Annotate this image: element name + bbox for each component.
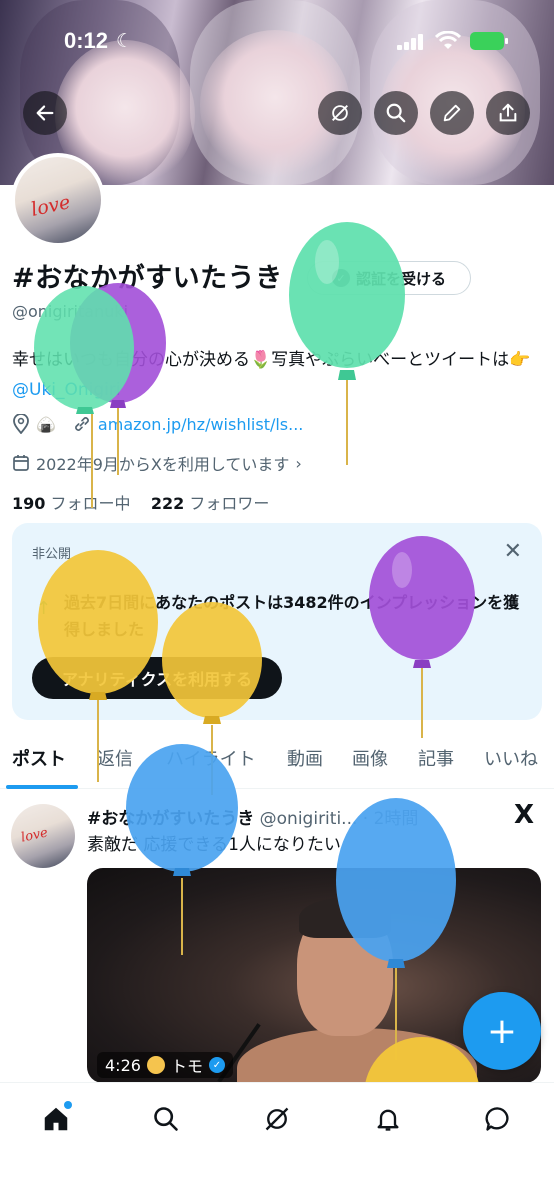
pencil-icon — [443, 104, 461, 122]
bottom-navigation — [0, 1082, 554, 1199]
status-time: 0:12 — [64, 28, 109, 53]
profile-name: #おなかがすいたうき — [12, 263, 283, 294]
tab-posts[interactable]: ポスト — [12, 745, 66, 771]
follow-stats: 190 フォロー中 222 フォロワー — [12, 490, 269, 514]
followers-label: フォロワー — [189, 494, 270, 513]
post-handle[interactable]: @onigiriti... — [260, 809, 358, 829]
verify-label: 認証を受ける — [355, 269, 446, 288]
nav-home[interactable] — [36, 1099, 76, 1139]
profile-avatar[interactable]: love — [11, 153, 105, 247]
tab-videos[interactable]: 動画 — [287, 745, 323, 771]
message-icon — [485, 1107, 509, 1131]
tab-images[interactable]: 画像 — [352, 745, 388, 771]
status-bar: 0:12 ☾ — [0, 28, 554, 58]
joined-text: 2022年9月からXを利用しています — [36, 455, 290, 474]
post-text: 素敵だ 応援できる1人になりたい — [87, 835, 341, 855]
moon-icon: ☾ — [116, 30, 134, 52]
wifi-icon — [435, 31, 461, 49]
analytics-card: 非公開 ✕ ↑ 過去7日間にあなたのポストは3482件のインプレッションを獲得し… — [12, 523, 542, 720]
impressions-message: 過去7日間にあなたのポストは3482件のインプレッションを獲得しました — [64, 593, 520, 639]
channel-avatar-icon — [146, 1056, 165, 1074]
video-person-body — [237, 1028, 477, 1083]
calendar-icon — [13, 455, 29, 471]
private-label: 非公開 — [32, 547, 72, 562]
active-tab-indicator — [6, 785, 78, 789]
avatar-love-text: love — [29, 191, 73, 221]
arrow-up-icon: ↑ — [36, 598, 52, 619]
post-author[interactable]: #おなかがすいたうき — [87, 809, 254, 829]
verified-badge-icon: ✓ — [208, 1057, 225, 1073]
video-person-hair — [299, 898, 391, 938]
plus-icon: + — [486, 1010, 518, 1052]
post-avatar-love-text: love — [19, 825, 50, 846]
website-link[interactable]: amazon.jp/hz/wishlist/ls... — [98, 415, 303, 434]
x-logo-icon: X — [514, 800, 535, 830]
signal-icon — [397, 34, 423, 50]
nav-search[interactable] — [146, 1099, 186, 1139]
profile-bio: 幸せはいつも自分の心が決める🌷写真やぷらいべーとツイートは👉 @Uki_Onigi… — [12, 345, 542, 405]
nav-grok[interactable] — [257, 1099, 297, 1139]
video-duration-badge: 4:26 トモ ✓ — [97, 1052, 233, 1078]
profile-tabs: ポスト 返信 ハイライト 動画 画像 記事 いいね — [0, 737, 554, 789]
compose-button[interactable]: + — [463, 992, 541, 1070]
link-icon — [75, 417, 89, 431]
following-count: 190 — [12, 494, 46, 513]
followers-link[interactable]: 222 フォロワー — [151, 494, 270, 513]
chevron-right-icon: › — [295, 453, 302, 473]
grok-button[interactable] — [318, 91, 362, 135]
search-button[interactable] — [374, 91, 418, 135]
grok-icon — [332, 105, 348, 121]
share-button[interactable] — [486, 91, 530, 135]
tab-replies[interactable]: 返信 — [97, 745, 133, 771]
profile-handle: @onigiritanuki — [12, 302, 129, 321]
grok-icon — [265, 1107, 289, 1131]
location-pin-icon — [13, 414, 29, 434]
back-button[interactable] — [23, 91, 67, 135]
tab-highlights[interactable]: ハイライト — [166, 745, 256, 771]
share-icon — [499, 103, 517, 122]
followers-count: 222 — [150, 494, 185, 513]
video-channel: トモ — [170, 1057, 203, 1076]
battery-icon — [470, 32, 508, 50]
bio-mention-link[interactable]: @Uki_Onigiri — [12, 380, 121, 400]
verified-check-icon: ✓ — [331, 269, 350, 287]
search-icon — [154, 1107, 178, 1131]
close-icon[interactable]: ✕ — [504, 539, 522, 564]
video-duration: 4:26 — [105, 1055, 141, 1075]
nav-messages[interactable] — [478, 1099, 518, 1139]
location-text: 🍙 — [36, 414, 56, 434]
balloon-green-1 — [289, 222, 405, 465]
following-label: フォロー中 — [50, 494, 131, 513]
edit-button[interactable] — [430, 91, 474, 135]
profile-meta-joined[interactable]: 2022年9月からXを利用しています › — [12, 451, 302, 475]
post-time: · 2時間 — [362, 809, 419, 829]
tab-likes[interactable]: いいね — [484, 745, 538, 771]
notification-dot — [64, 1101, 72, 1109]
tab-articles[interactable]: 記事 — [418, 745, 454, 771]
post-header: #おなかがすいたうき @onigiriti... · 2時間 — [87, 804, 507, 829]
nav-notifications[interactable] — [368, 1099, 408, 1139]
bio-text: 幸せはいつも自分の心が決める🌷写真やぷらいべーとツイートは👉 — [12, 350, 531, 370]
get-verified-button[interactable]: ✓ 認証を受ける — [307, 261, 471, 295]
following-link[interactable]: 190 フォロー中 — [12, 494, 131, 513]
post-avatar[interactable]: love — [11, 804, 75, 868]
analytics-button[interactable]: アナリティクスを利用する — [32, 657, 282, 699]
arrow-left-icon — [36, 105, 54, 121]
bell-icon — [377, 1109, 399, 1131]
search-icon — [386, 103, 406, 123]
profile-meta-location: 🍙 amazon.jp/hz/wishlist/ls... — [12, 414, 303, 434]
